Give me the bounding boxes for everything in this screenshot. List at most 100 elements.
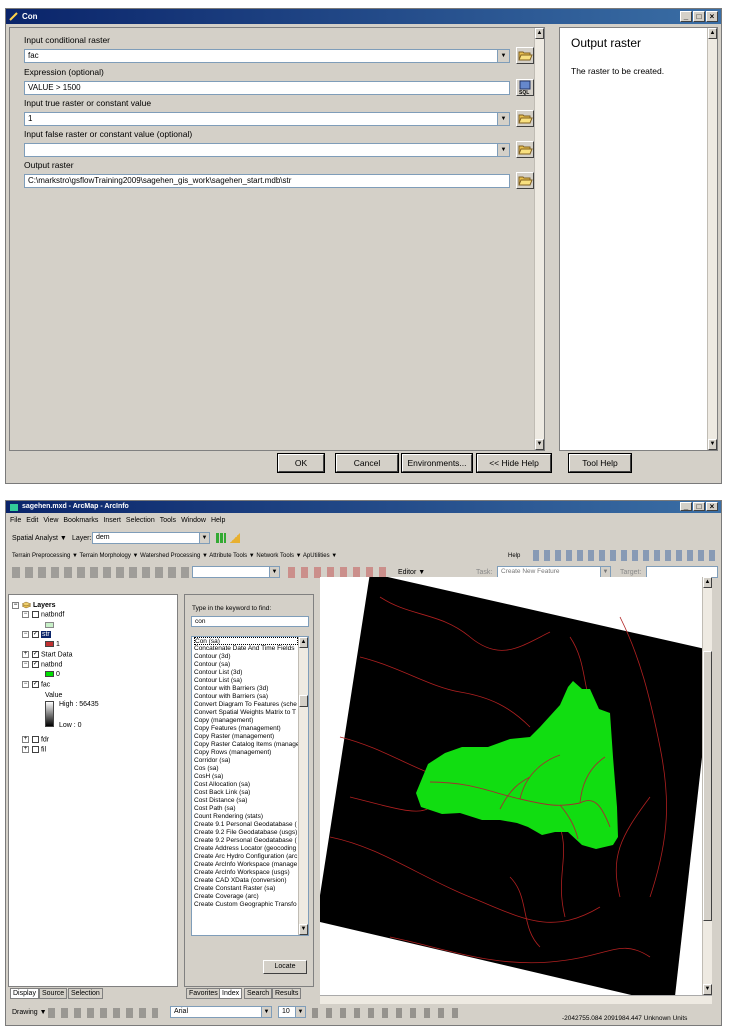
chevron-down-icon[interactable]: ▼ xyxy=(269,567,279,577)
minimize-button[interactable]: _ xyxy=(680,11,692,22)
browse-true-button[interactable] xyxy=(516,110,534,127)
index-list-item[interactable]: Create Custom Geographic Transfo xyxy=(194,901,298,909)
layer-checkbox[interactable]: ✓ xyxy=(32,681,39,688)
index-list-item[interactable]: Contour (3d) xyxy=(194,653,298,661)
index-list-item[interactable]: Create Arc Hydro Configuration (arc xyxy=(194,853,298,861)
index-list-item[interactable]: Cost Distance (sa) xyxy=(194,797,298,805)
parameter-scrollbar[interactable]: ▲ ▼ xyxy=(534,28,544,450)
map-horizontal-scrollbar[interactable] xyxy=(320,995,712,1004)
stretch-icon[interactable] xyxy=(230,533,240,543)
close-button[interactable]: × xyxy=(706,11,718,22)
index-list-item[interactable]: Create ArcInfo Workspace (manage xyxy=(194,861,298,869)
collapse-icon[interactable]: − xyxy=(22,611,29,618)
index-list-item[interactable]: Cost Back Link (sa) xyxy=(194,789,298,797)
spatial-analyst-menu[interactable]: Spatial Analyst ▼ xyxy=(12,535,67,542)
toc-layer-natbndf[interactable]: − natbndf xyxy=(22,611,64,618)
index-list-item[interactable]: Create Address Locator (geocoding xyxy=(194,845,298,853)
menu-selection[interactable]: Selection xyxy=(126,517,155,524)
editor-menu[interactable]: Editor ▼ xyxy=(398,569,425,576)
sql-builder-button[interactable]: SQL xyxy=(516,79,534,96)
index-list-item[interactable]: Copy Features (management) xyxy=(194,725,298,733)
index-list-item[interactable]: Copy (management) xyxy=(194,717,298,725)
layer-checkbox[interactable]: ✓ xyxy=(32,631,39,638)
tab-selection[interactable]: Selection xyxy=(68,988,103,999)
tool-help-button[interactable]: Tool Help xyxy=(568,453,632,473)
close-button[interactable]: × xyxy=(706,502,718,511)
index-list-item[interactable]: Create 9.2 Personal Geodatabase ( xyxy=(194,837,298,845)
scroll-up-arrow[interactable]: ▲ xyxy=(535,28,544,39)
index-list-item[interactable]: Convert Spatial Weights Matrix to T xyxy=(194,709,298,717)
toc-layers-root[interactable]: − Layers xyxy=(12,601,56,609)
index-list-item[interactable]: Convert Diagram To Features (sche xyxy=(194,701,298,709)
toc-layer-fac[interactable]: − ✓ fac xyxy=(22,681,50,688)
menu-insert[interactable]: Insert xyxy=(103,517,121,524)
toc-layer-str[interactable]: − ✓ str xyxy=(22,631,51,639)
index-list-item[interactable]: Create ArcInfo Workspace (usgs) xyxy=(194,869,298,877)
true-raster-field[interactable]: 1 ▼ xyxy=(24,112,510,126)
help-menu[interactable]: Help xyxy=(508,553,520,559)
index-list-item[interactable]: Corridor (sa) xyxy=(194,757,298,765)
layer-checkbox[interactable] xyxy=(32,736,39,743)
index-list-item[interactable]: Contour with Barriers (sa) xyxy=(194,693,298,701)
chevron-down-icon[interactable]: ▼ xyxy=(261,1007,271,1017)
scroll-down-arrow[interactable]: ▼ xyxy=(703,984,712,995)
layer-checkbox[interactable] xyxy=(32,611,39,618)
environments-button[interactable]: Environments... xyxy=(401,453,473,473)
index-list-item[interactable]: Create CAD XData (conversion) xyxy=(194,877,298,885)
toc-layer-fil[interactable]: + fil xyxy=(22,746,46,753)
map-view[interactable]: ▲ ▼ xyxy=(320,577,712,995)
scroll-up-arrow[interactable]: ▲ xyxy=(708,28,717,39)
scroll-down-arrow[interactable]: ▼ xyxy=(708,439,717,450)
index-list-item[interactable]: Cost Allocation (sa) xyxy=(194,781,298,789)
help-scrollbar[interactable]: ▲ ▼ xyxy=(707,28,717,450)
index-keyword-input[interactable]: con xyxy=(191,616,309,627)
tab-search[interactable]: Search xyxy=(244,988,273,999)
maximize-button[interactable]: □ xyxy=(693,11,705,22)
font-size-select[interactable]: 10 ▼ xyxy=(278,1006,306,1018)
layer-checkbox[interactable] xyxy=(32,746,39,753)
index-list-item[interactable]: Create 9.2 File Geodatabase (usgs) xyxy=(194,829,298,837)
index-list-item[interactable]: Cost Path (sa) xyxy=(194,805,298,813)
histogram-icon[interactable] xyxy=(216,533,226,543)
tab-display[interactable]: Display xyxy=(10,988,39,999)
map-canvas[interactable] xyxy=(320,577,712,995)
layer-checkbox[interactable]: ✓ xyxy=(32,651,39,658)
index-list-item[interactable]: Contour (sa) xyxy=(194,661,298,669)
scroll-up-arrow[interactable]: ▲ xyxy=(703,577,712,588)
index-list-item[interactable]: Copy Raster Catalog Items (manage xyxy=(194,741,298,749)
hide-help-button[interactable]: << Hide Help xyxy=(476,453,552,473)
maximize-button[interactable]: □ xyxy=(693,502,705,511)
collapse-icon[interactable]: − xyxy=(22,661,29,668)
menu-help[interactable]: Help xyxy=(211,517,225,524)
scroll-down-arrow[interactable]: ▼ xyxy=(299,924,308,935)
index-list-item[interactable]: Count Rendering (stats) xyxy=(194,813,298,821)
map-vertical-scrollbar[interactable]: ▲ ▼ xyxy=(702,577,712,995)
menu-window[interactable]: Window xyxy=(181,517,206,524)
drawing-menu[interactable]: Drawing ▼ xyxy=(12,1009,47,1016)
browse-output-button[interactable] xyxy=(516,172,534,189)
index-list-item[interactable]: CosH (sa) xyxy=(194,773,298,781)
index-list-item[interactable]: Cos (sa) xyxy=(194,765,298,773)
expression-field[interactable]: VALUE > 1500 xyxy=(24,81,510,95)
chevron-down-icon[interactable]: ▼ xyxy=(199,533,209,543)
expand-icon[interactable]: + xyxy=(22,736,29,743)
chevron-down-icon[interactable]: ▼ xyxy=(497,113,509,125)
chevron-down-icon[interactable]: ▼ xyxy=(295,1007,305,1017)
tab-source[interactable]: Source xyxy=(39,988,68,999)
chevron-down-icon[interactable]: ▼ xyxy=(497,50,509,62)
locate-button[interactable]: Locate xyxy=(263,960,307,974)
toc-layer-start-data[interactable]: + ✓ Start Data xyxy=(22,651,72,658)
scroll-thumb[interactable] xyxy=(703,651,712,921)
index-list-item[interactable]: Copy Rows (management) xyxy=(194,749,298,757)
cancel-button[interactable]: Cancel xyxy=(335,453,399,473)
font-select[interactable]: Arial ▼ xyxy=(170,1006,272,1018)
index-list-item[interactable]: Copy Raster (management) xyxy=(194,733,298,741)
index-list-item[interactable]: Create Coverage (arc) xyxy=(194,893,298,901)
menu-tools[interactable]: Tools xyxy=(160,517,176,524)
expand-icon[interactable]: + xyxy=(22,746,29,753)
menu-file[interactable]: File xyxy=(10,517,21,524)
minimize-button[interactable]: _ xyxy=(680,502,692,511)
standard-toolbar[interactable] xyxy=(12,567,192,578)
menu-view[interactable]: View xyxy=(43,517,58,524)
index-list-item[interactable]: Create Constant Raster (sa) xyxy=(194,885,298,893)
